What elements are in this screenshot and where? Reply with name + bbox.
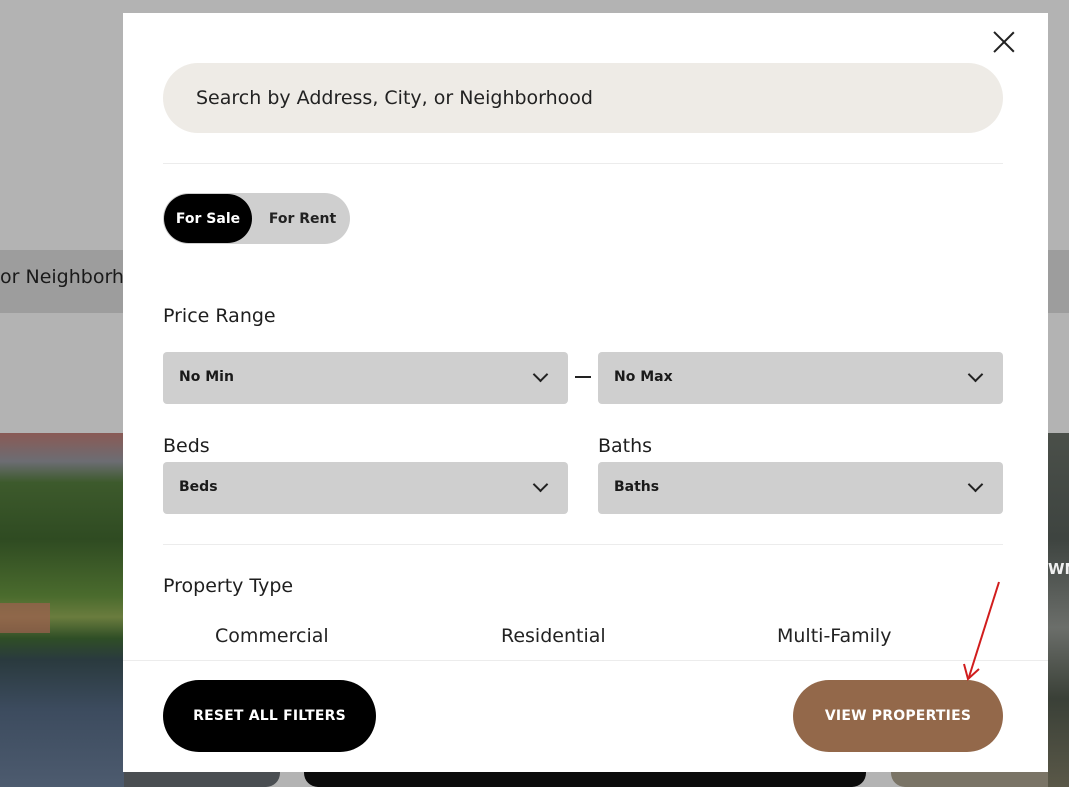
- chevron-down-icon: [969, 369, 981, 381]
- search-input[interactable]: [163, 63, 1003, 133]
- background-map-photo: [1048, 433, 1069, 787]
- price-min-value: No Min: [179, 369, 234, 385]
- divider: [163, 163, 1003, 164]
- close-icon[interactable]: [992, 30, 1016, 54]
- background-card: [891, 771, 1048, 787]
- price-max-value: No Max: [614, 369, 673, 385]
- for-rent-button[interactable]: For Rent: [255, 194, 350, 243]
- property-type-label: Property Type: [163, 575, 294, 597]
- beds-label: Beds: [163, 435, 210, 457]
- price-range-label: Price Range: [163, 305, 276, 327]
- property-type-commercial[interactable]: Commercial: [215, 625, 329, 647]
- for-sale-button[interactable]: For Sale: [164, 194, 252, 243]
- background-property-photo: [0, 433, 124, 787]
- divider: [163, 544, 1003, 545]
- listing-type-toggle: For Sale For Rent: [163, 193, 350, 244]
- baths-label: Baths: [598, 435, 653, 457]
- reset-filters-button[interactable]: RESET ALL FILTERS: [163, 680, 376, 752]
- beds-select[interactable]: Beds: [163, 462, 568, 514]
- chevron-down-icon: [969, 479, 981, 491]
- range-dash: [575, 376, 591, 378]
- footer-divider: [123, 660, 1048, 661]
- price-min-select[interactable]: No Min: [163, 352, 568, 404]
- filter-modal: For Sale For Rent Price Range No Min No …: [123, 13, 1048, 772]
- property-type-residential[interactable]: Residential: [501, 625, 606, 647]
- property-type-multi-family[interactable]: Multi-Family: [777, 625, 891, 647]
- beds-value: Beds: [179, 479, 218, 495]
- view-properties-button[interactable]: VIEW PROPERTIES: [793, 680, 1003, 752]
- chevron-down-icon: [534, 369, 546, 381]
- background-card: [304, 771, 866, 787]
- baths-select[interactable]: Baths: [598, 462, 1003, 514]
- background-card: [124, 771, 280, 787]
- price-max-select[interactable]: No Max: [598, 352, 1003, 404]
- baths-value: Baths: [614, 479, 660, 495]
- background-map-text: WM: [1048, 560, 1069, 578]
- chevron-down-icon: [534, 479, 546, 491]
